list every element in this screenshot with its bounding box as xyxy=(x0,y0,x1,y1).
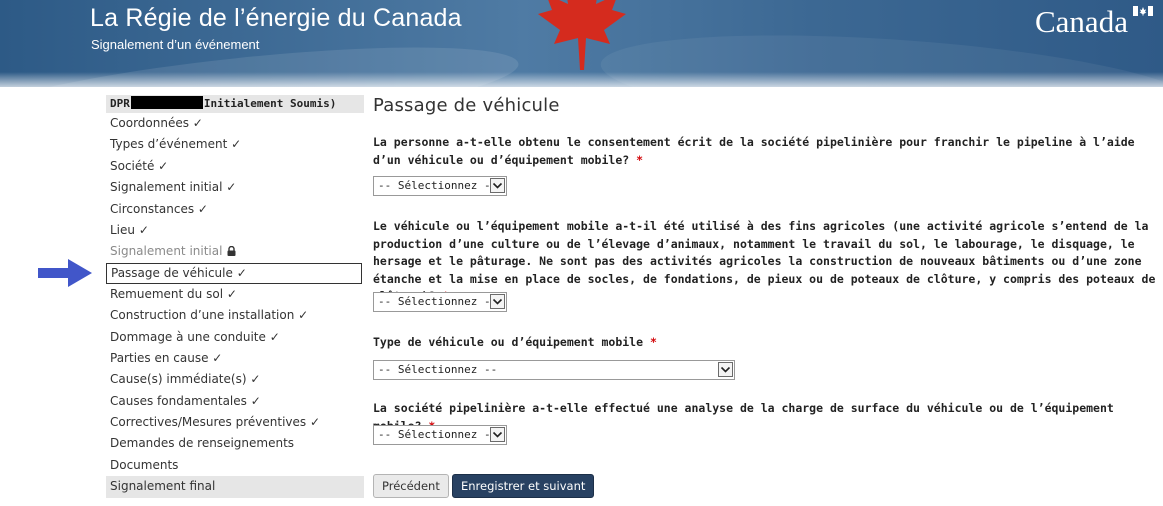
chevron-down-icon[interactable] xyxy=(490,178,505,193)
sidebar-item-label: Coordonnées ✓ xyxy=(110,116,203,130)
sidebar-nav: DPR Initialement Soumis) Coordonnées ✓ Ty… xyxy=(106,95,364,498)
question-consentement: La personne a-t-elle obtenu le consentem… xyxy=(373,134,1158,169)
sidebar-item-label: Cause(s) immédiate(s) ✓ xyxy=(110,372,261,387)
previous-button[interactable]: Précédent xyxy=(373,474,449,498)
fins-agricoles-select[interactable]: -- Sélectionnez -- xyxy=(373,292,507,312)
required-marker: * xyxy=(649,335,657,349)
chevron-down-icon[interactable] xyxy=(718,362,733,377)
sidebar-item-label: Types d’événement ✓ xyxy=(110,137,242,152)
lock-icon xyxy=(227,246,236,257)
sidebar-item-label: Parties en cause ✓ xyxy=(110,350,223,365)
sidebar-item-label: Signalement final xyxy=(110,479,216,494)
header-banner: La Régie de l’énergie du Canada Signalem… xyxy=(0,0,1163,87)
sidebar-item-causes-fondamentales[interactable]: Causes fondamentales ✓ xyxy=(106,391,364,412)
type-vehicule-select[interactable]: -- Sélectionnez -- xyxy=(373,360,735,380)
select-value: -- Sélectionnez -- xyxy=(378,179,498,192)
select-value: -- Sélectionnez -- xyxy=(378,363,498,376)
arrow-right-icon xyxy=(38,259,92,287)
sidebar-item-societe[interactable]: Société ✓ xyxy=(106,156,364,177)
select-value: -- Sélectionnez -- xyxy=(378,428,498,441)
question-text: Le véhicule ou l’équipement mobile a-t-i… xyxy=(373,219,1156,303)
sidebar-item-label: Circonstances ✓ xyxy=(110,201,208,216)
sidebar-item-dommage-conduite[interactable]: Dommage à une conduite ✓ xyxy=(106,327,364,348)
sidebar-item-passage-vehicule[interactable]: Passage de véhicule ✓ xyxy=(106,262,362,284)
question-text: Type de véhicule ou d’équipement mobile xyxy=(373,335,644,349)
report-id-prefix: DPR xyxy=(110,97,130,110)
main-form: Passage de véhicule La personne a-t-elle… xyxy=(373,95,1158,498)
sidebar-item-coordonnees[interactable]: Coordonnées ✓ xyxy=(106,113,364,134)
banner-subtitle: Signalement d’un événement xyxy=(91,37,260,52)
page-title: Passage de véhicule xyxy=(373,95,560,116)
select-value: -- Sélectionnez -- xyxy=(378,295,498,308)
report-id-header: DPR Initialement Soumis) xyxy=(106,95,364,113)
sidebar-item-circonstances[interactable]: Circonstances ✓ xyxy=(106,199,364,220)
save-and-next-button[interactable]: Enregistrer et suivant xyxy=(452,474,595,498)
sidebar-item-demandes-renseignements[interactable]: Demandes de renseignements xyxy=(106,433,364,454)
sidebar-item-label: Dommage à une conduite ✓ xyxy=(110,329,280,344)
sidebar-item-label: Passage de véhicule ✓ xyxy=(111,265,247,280)
consentement-select[interactable]: -- Sélectionnez -- xyxy=(373,176,507,196)
canada-flag-icon xyxy=(1133,6,1153,16)
sidebar-item-label: Demandes de renseignements xyxy=(110,436,295,451)
sidebar-item-lieu[interactable]: Lieu ✓ xyxy=(106,220,364,241)
sidebar-item-construction-installation[interactable]: Construction d’une installation ✓ xyxy=(106,305,364,326)
report-status: Initialement Soumis) xyxy=(203,97,337,110)
chevron-down-icon[interactable] xyxy=(490,427,505,442)
banner-fade xyxy=(0,72,1163,87)
sidebar-item-label: Signalement initial xyxy=(110,244,223,259)
sidebar-item-documents[interactable]: Documents xyxy=(106,455,364,476)
required-marker: * xyxy=(636,152,644,167)
sidebar-item-correctives[interactable]: Correctives/Mesures préventives ✓ xyxy=(106,412,364,433)
question-text: La personne a-t-elle obtenu le consentem… xyxy=(373,135,1135,167)
sidebar-item-signalement-initial-locked: Signalement initial xyxy=(106,241,364,262)
sidebar-list: Coordonnées ✓ Types d’événement ✓ Sociét… xyxy=(106,113,364,498)
sidebar-item-label: Signalement initial ✓ xyxy=(110,180,237,195)
sidebar-item-label: Lieu ✓ xyxy=(110,222,149,237)
chevron-down-icon[interactable] xyxy=(490,294,505,309)
sidebar-item-label: Construction d’une installation ✓ xyxy=(110,308,309,323)
sidebar-item-parties-cause[interactable]: Parties en cause ✓ xyxy=(106,348,364,369)
sidebar-item-causes-immediates[interactable]: Cause(s) immédiate(s) ✓ xyxy=(106,369,364,390)
sidebar-item-label: Société ✓ xyxy=(110,158,169,173)
sidebar-item-label: Correctives/Mesures préventives ✓ xyxy=(110,415,321,430)
analyse-charge-select[interactable]: -- Sélectionnez -- xyxy=(373,425,507,445)
redacted-id xyxy=(130,96,203,109)
banner-title: La Régie de l’énergie du Canada xyxy=(90,4,462,32)
sidebar-item-label: Documents xyxy=(110,457,179,472)
sidebar-item-label: Remuement du sol ✓ xyxy=(110,286,237,301)
sidebar-item-remuement-sol[interactable]: Remuement du sol ✓ xyxy=(106,284,364,305)
canada-wordmark: Canada xyxy=(1035,4,1128,39)
sidebar-item-signalement-initial[interactable]: Signalement initial ✓ xyxy=(106,177,364,198)
maple-leaf-icon xyxy=(538,0,626,70)
sidebar-item-signalement-final[interactable]: Signalement final xyxy=(106,476,364,498)
question-type-vehicule: Type de véhicule ou d’équipement mobile … xyxy=(373,334,1158,352)
sidebar-item-types-evenement[interactable]: Types d’événement ✓ xyxy=(106,134,364,155)
sidebar-item-label: Causes fondamentales ✓ xyxy=(110,393,261,408)
